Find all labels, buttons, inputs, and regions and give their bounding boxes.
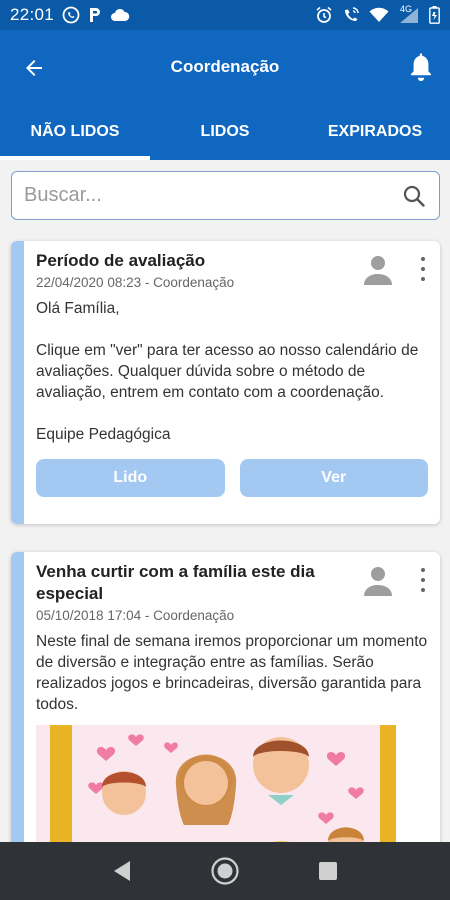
network-type-label: 4G	[400, 4, 413, 14]
card-body: Neste final de semana iremos proporciona…	[36, 633, 428, 713]
page-title: Coordenação	[170, 57, 280, 76]
message-card[interactable]: Venha curtir com a família este dia espe…	[11, 552, 440, 852]
card-body: Olá Família, Clique em "ver" para ter ac…	[36, 300, 419, 443]
search-box	[11, 171, 440, 220]
search-icon[interactable]	[401, 183, 427, 209]
parking-p-icon	[88, 6, 102, 24]
square-recents-icon	[319, 862, 338, 880]
more-options-icon[interactable]	[418, 568, 428, 592]
card-meta: 05/10/2018 17:04 - Coordenação	[36, 608, 235, 623]
wifi-icon	[369, 7, 389, 23]
mark-read-button[interactable]: Lido	[36, 459, 225, 497]
view-button[interactable]: Ver	[239, 459, 428, 497]
avatar-icon	[361, 564, 395, 598]
arrow-left-icon	[26, 60, 42, 76]
app-bar: Coordenação	[0, 30, 450, 104]
more-options-icon[interactable]	[418, 257, 428, 281]
signal-icon: 4G	[398, 4, 420, 24]
search-input[interactable]	[24, 184, 401, 207]
notifications-button[interactable]	[406, 50, 436, 84]
wifi-call-icon	[342, 6, 360, 24]
cloud-icon	[110, 8, 130, 22]
system-nav-bar	[0, 842, 450, 900]
circle-home-icon	[211, 857, 239, 885]
battery-icon	[429, 6, 440, 24]
bell-icon	[411, 53, 431, 81]
nav-home-button[interactable]	[205, 851, 245, 891]
whatsapp-icon	[62, 6, 80, 24]
avatar-icon	[361, 253, 395, 287]
family-illustration-image	[36, 725, 396, 852]
triangle-back-icon	[113, 861, 130, 881]
status-bar: 22:01 4G	[0, 0, 450, 30]
back-button[interactable]	[18, 52, 50, 84]
nav-back-button[interactable]	[102, 851, 142, 891]
tab-read[interactable]: LIDOS	[150, 104, 300, 160]
tab-unread[interactable]: NÃO LIDOS	[0, 104, 150, 160]
alarm-icon	[315, 6, 333, 24]
message-card[interactable]: Período de avaliação 22/04/2020 08:23 - …	[11, 241, 440, 524]
nav-recents-button[interactable]	[308, 851, 348, 891]
tab-bar: NÃO LIDOS LIDOS EXPIRADOS	[0, 104, 450, 160]
status-time: 22:01	[10, 5, 55, 24]
tab-expired[interactable]: EXPIRADOS	[300, 104, 450, 160]
